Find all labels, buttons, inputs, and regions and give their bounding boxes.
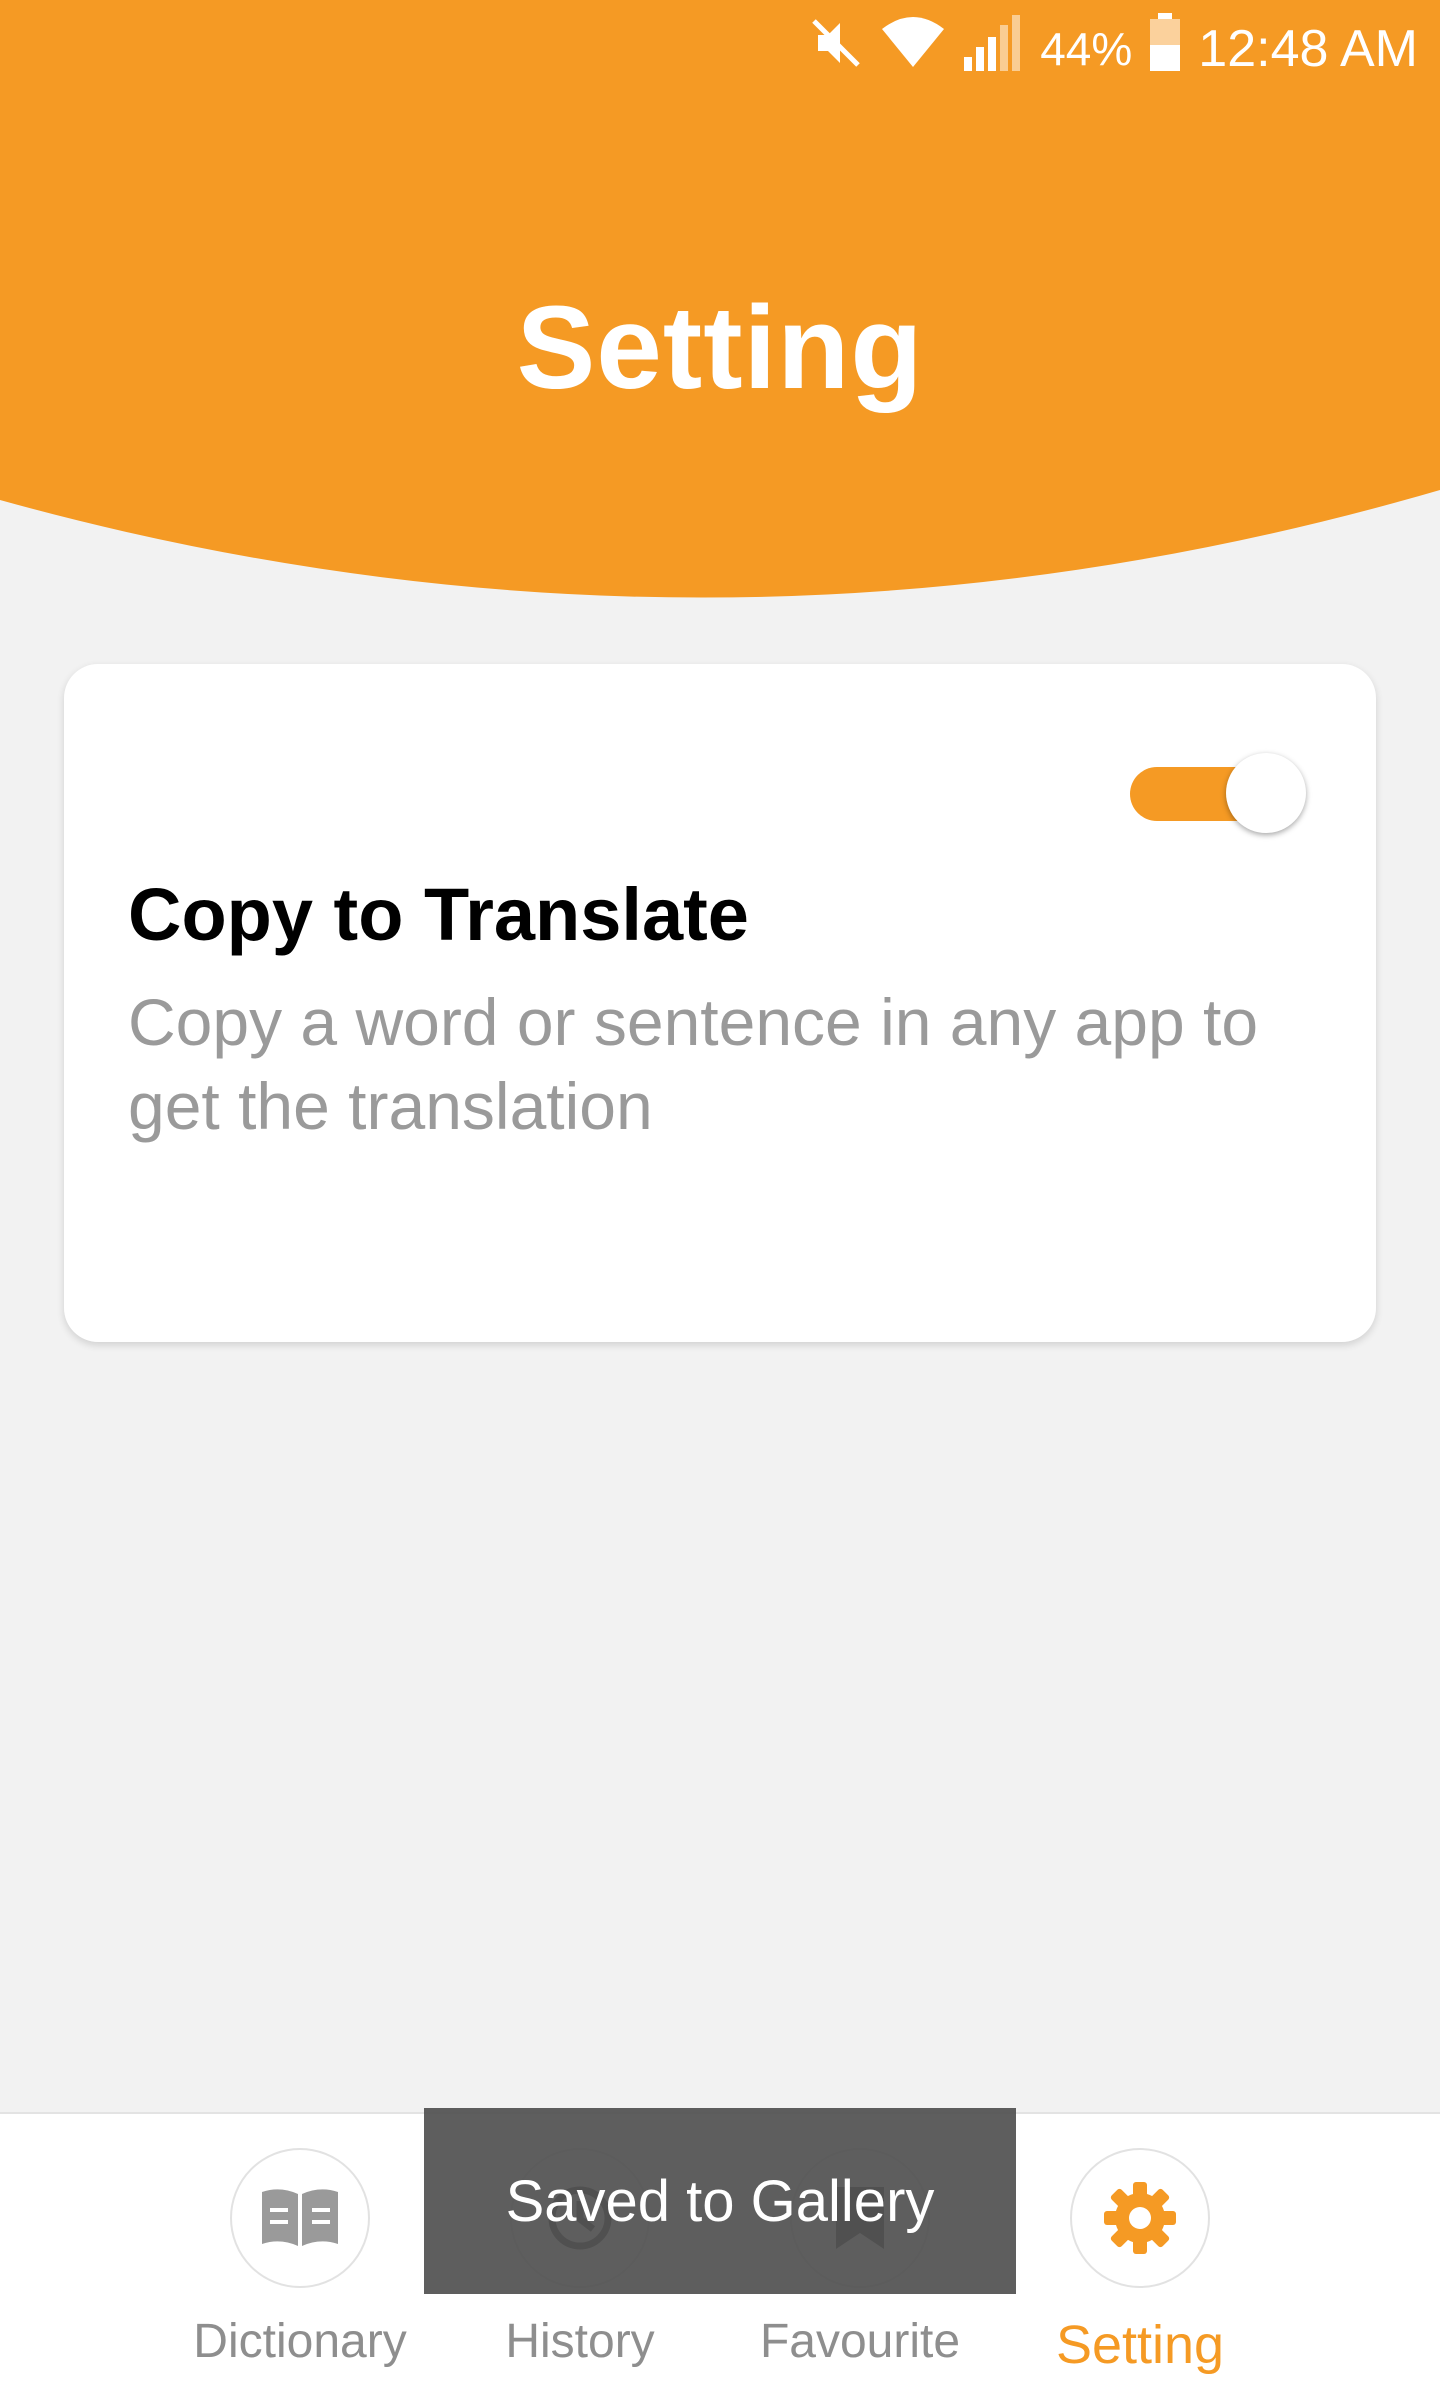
status-icons: 44% 12:48 AM [808, 12, 1418, 86]
status-bar: 44% 12:48 AM [0, 0, 1440, 96]
signal-icon [962, 13, 1024, 86]
book-icon [230, 2148, 370, 2288]
toggle-knob [1226, 753, 1306, 833]
gear-icon [1070, 2148, 1210, 2288]
nav-label-setting: Setting [1055, 2315, 1225, 2375]
copy-to-translate-toggle[interactable] [1114, 747, 1314, 837]
page-title: Setting [516, 282, 924, 414]
battery-icon [1148, 12, 1182, 86]
copy-to-translate-card: Copy to Translate Copy a word or sentenc… [64, 664, 1376, 1342]
nav-item-dictionary[interactable]: Dictionary [140, 2114, 460, 2394]
nav-label-history: History [505, 2315, 655, 2368]
wifi-icon [880, 15, 946, 84]
setting-description: Copy a word or sentence in any app to ge… [128, 985, 1259, 1143]
mute-icon [808, 15, 864, 84]
battery-percent: 44% [1040, 23, 1133, 75]
toast-message: Saved to Gallery [424, 2108, 1016, 2294]
nav-label-favourite: Favourite [759, 2315, 961, 2368]
nav-label-dictionary: Dictionary [193, 2315, 407, 2368]
setting-title: Copy to Translate [128, 873, 749, 956]
clock: 12:48 AM [1198, 20, 1418, 78]
nav-item-setting[interactable]: Setting [980, 2114, 1300, 2394]
